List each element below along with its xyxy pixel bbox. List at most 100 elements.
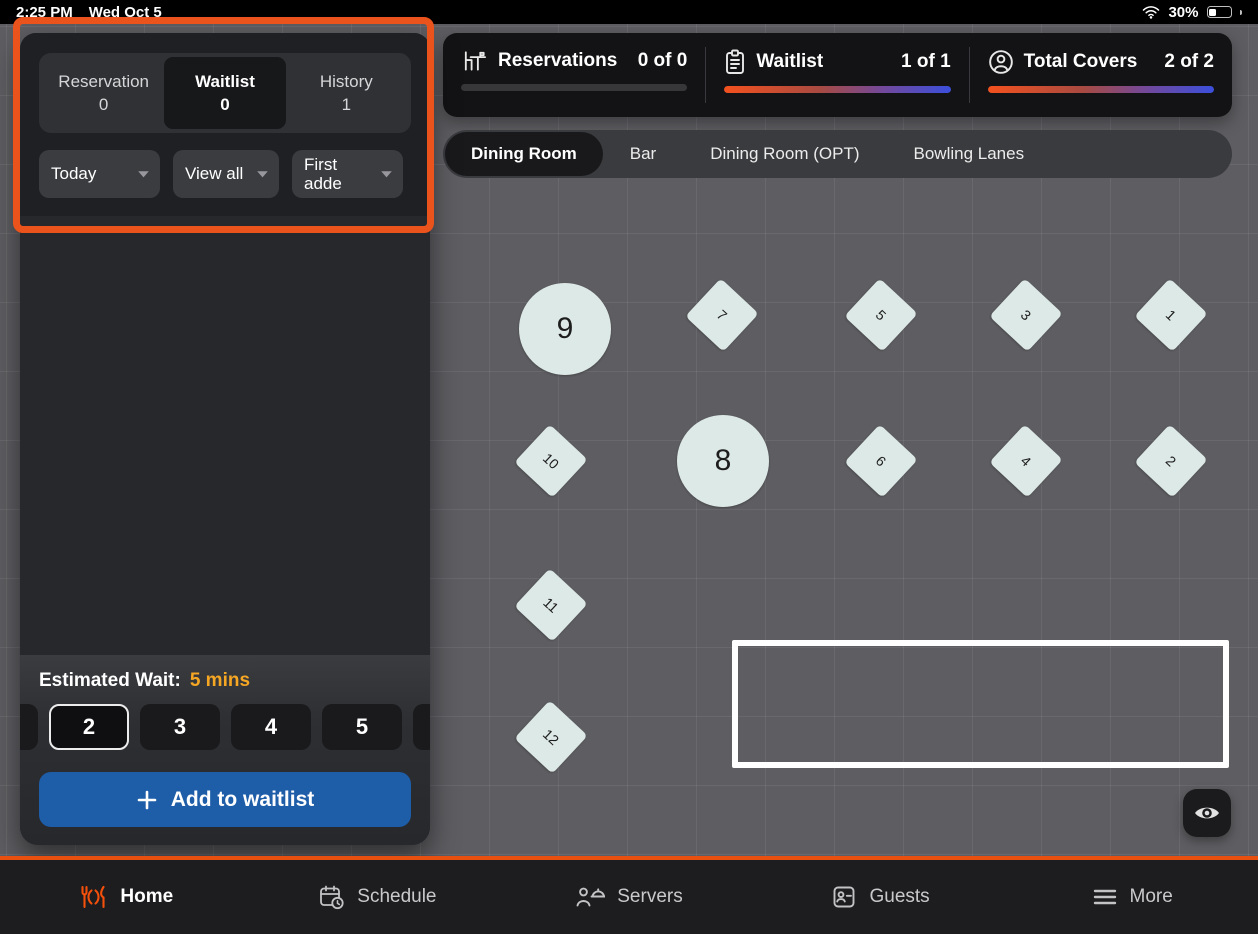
plus-icon <box>136 789 158 811</box>
tab-count: 0 <box>99 94 108 115</box>
filter-label: Today <box>51 164 96 183</box>
party-size-3[interactable]: 3 <box>140 704 220 750</box>
nav-more[interactable]: More <box>1006 860 1258 934</box>
tab-reservation[interactable]: Reservation0 <box>43 57 164 129</box>
status-date: Wed Oct 5 <box>89 4 162 21</box>
chevron-down-icon <box>137 170 150 179</box>
home-icon <box>78 884 108 910</box>
filter-view-all[interactable]: View all <box>173 150 279 198</box>
tab-label: History <box>320 71 373 92</box>
battery-nub <box>1240 10 1243 15</box>
table-7[interactable]: 7 <box>685 278 758 351</box>
stat-row: Waitlist 1 of 1 <box>724 49 950 75</box>
battery-icon <box>1207 6 1232 18</box>
filter-first-adde[interactable]: First adde <box>292 150 403 198</box>
stat-reservations[interactable]: Reservations 0 of 0 <box>443 33 705 117</box>
stat-progress-bar <box>461 84 687 91</box>
table-number: 7 <box>714 306 731 323</box>
table-6[interactable]: 6 <box>844 424 917 497</box>
stat-label: Total Covers <box>1024 51 1138 73</box>
stat-row: Total Covers 2 of 2 <box>988 49 1214 75</box>
nav-label: Schedule <box>357 886 436 908</box>
filter-label: First adde <box>304 155 374 193</box>
nav-label: Servers <box>617 886 682 908</box>
chevron-down-icon <box>380 170 393 179</box>
panel-header: Reservation0Waitlist0History1 TodayView … <box>20 33 430 216</box>
tab-label: Reservation <box>58 71 149 92</box>
table-5[interactable]: 5 <box>844 278 917 351</box>
tab-count: 1 <box>342 94 351 115</box>
eye-icon <box>1193 803 1221 823</box>
table-number: 1 <box>1163 306 1180 323</box>
battery-fill <box>1209 9 1216 16</box>
party-size-overflow-left[interactable] <box>20 704 38 750</box>
nav-label: Guests <box>869 886 929 908</box>
estimated-wait-label: Estimated Wait: <box>39 670 181 691</box>
table-number: 8 <box>715 444 732 478</box>
filter-today[interactable]: Today <box>39 150 160 198</box>
stat-label: Waitlist <box>756 51 823 73</box>
stat-value: 1 of 1 <box>901 51 951 73</box>
servers-icon <box>575 885 605 909</box>
filter-row: Today View all First adde <box>39 150 411 198</box>
table-number: 10 <box>540 450 562 472</box>
table-1[interactable]: 1 <box>1134 278 1207 351</box>
party-size-strip[interactable]: 2345 <box>20 704 430 750</box>
table-2[interactable]: 2 <box>1134 424 1207 497</box>
floor-outline <box>732 640 1229 768</box>
waitlist-empty-area <box>20 216 430 655</box>
party-size-overflow-right[interactable] <box>413 704 430 750</box>
room-tab-dining-room[interactable]: Dining Room <box>445 132 603 176</box>
party-size-4[interactable]: 4 <box>231 704 311 750</box>
stat-value: 0 of 0 <box>638 50 688 72</box>
estimated-wait-row: Estimated Wait: 5 mins <box>20 670 430 692</box>
nav-guests[interactable]: Guests <box>755 860 1007 934</box>
stat-progress-fill <box>988 86 1214 93</box>
filter-label: View all <box>185 164 243 183</box>
table-10[interactable]: 10 <box>514 424 587 497</box>
table-number: 4 <box>1018 452 1035 469</box>
estimated-wait-value: 5 mins <box>190 670 250 691</box>
bottom-nav: Home Schedule Servers Guests More <box>0 856 1258 934</box>
table-number: 9 <box>557 312 574 346</box>
more-icon <box>1092 886 1118 908</box>
nav-schedule[interactable]: Schedule <box>252 860 504 934</box>
room-tab-bowling-lanes[interactable]: Bowling Lanes <box>887 130 1052 178</box>
table-number: 2 <box>1163 452 1180 469</box>
chevron-down-icon <box>256 170 269 179</box>
wifi-icon <box>1142 6 1160 19</box>
stat-waitlist[interactable]: Waitlist 1 of 1 <box>706 33 968 117</box>
stat-label: Reservations <box>498 50 617 72</box>
toggle-view-button[interactable] <box>1183 789 1231 837</box>
table-9[interactable]: 9 <box>519 283 611 375</box>
nav-home[interactable]: Home <box>0 860 252 934</box>
table-number: 12 <box>540 726 562 748</box>
covers-icon <box>988 49 1014 75</box>
tab-history[interactable]: History1 <box>286 57 407 129</box>
status-time: 2:25 PM <box>16 4 73 21</box>
table-number: 11 <box>540 594 562 616</box>
nav-label: More <box>1130 886 1173 908</box>
stats-bar: Reservations 0 of 0 Waitlist 1 of 1 Total Co… <box>443 33 1232 117</box>
tab-waitlist[interactable]: Waitlist0 <box>164 57 285 129</box>
stat-row: Reservations 0 of 0 <box>461 49 687 73</box>
party-size-2[interactable]: 2 <box>49 704 129 750</box>
add-to-waitlist-button[interactable]: Add to waitlist <box>39 772 411 827</box>
table-8[interactable]: 8 <box>677 415 769 507</box>
table-3[interactable]: 3 <box>989 278 1062 351</box>
stat-value: 2 of 2 <box>1164 51 1214 73</box>
stat-progress-bar <box>724 86 950 93</box>
stat-total-covers[interactable]: Total Covers 2 of 2 <box>970 33 1232 117</box>
party-size-5[interactable]: 5 <box>322 704 402 750</box>
nav-servers[interactable]: Servers <box>503 860 755 934</box>
table-12[interactable]: 12 <box>514 700 587 773</box>
table-11[interactable]: 11 <box>514 568 587 641</box>
nav-label: Home <box>120 886 173 908</box>
room-tab-bar[interactable]: Bar <box>603 130 683 178</box>
tab-label: Waitlist <box>195 71 255 92</box>
table-4[interactable]: 4 <box>989 424 1062 497</box>
room-tabs-bar: Dining RoomBarDining Room (OPT)Bowling L… <box>443 130 1232 178</box>
guests-icon <box>831 884 857 910</box>
room-tab-dining-room-opt[interactable]: Dining Room (OPT) <box>683 130 886 178</box>
panel-tabs: Reservation0Waitlist0History1 <box>39 53 411 133</box>
